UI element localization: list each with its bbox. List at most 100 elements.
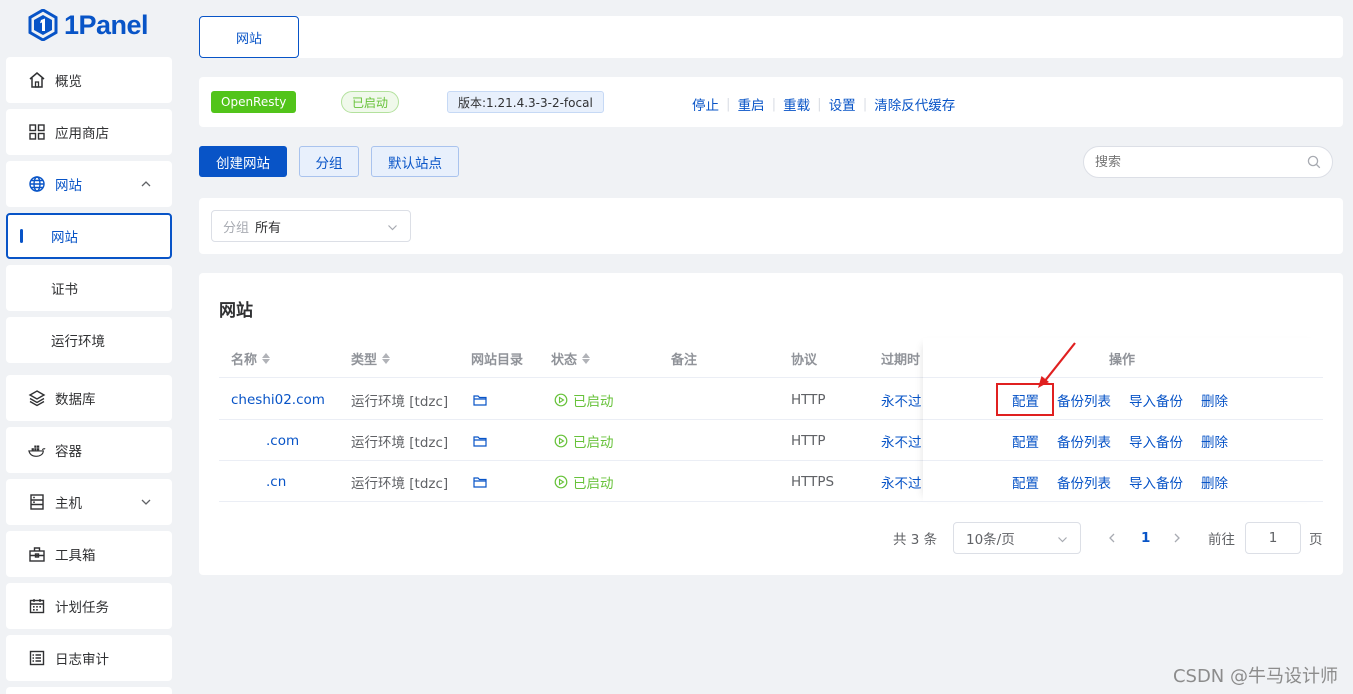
prev-page-button[interactable]: [1107, 522, 1117, 554]
sidebar-item-cron[interactable]: 计划任务: [6, 583, 172, 629]
logo-hexagon-icon: [28, 9, 58, 41]
folder-icon[interactable]: [473, 379, 487, 420]
toolbox-icon: [28, 545, 46, 563]
reload-link[interactable]: 重载: [783, 94, 810, 114]
site-status[interactable]: 已启动: [554, 379, 614, 420]
page-number-current[interactable]: 1: [1141, 522, 1150, 554]
site-expire[interactable]: 永不过: [881, 461, 922, 502]
home-icon: [28, 71, 46, 89]
column-header-type[interactable]: 类型: [351, 338, 391, 378]
import-backup-link[interactable]: 导入备份: [1129, 431, 1183, 451]
sort-icon[interactable]: [262, 352, 271, 364]
active-indicator: [20, 229, 23, 243]
chevron-up-icon: [141, 181, 151, 187]
config-link[interactable]: 配置: [1012, 472, 1039, 492]
delete-link[interactable]: 删除: [1201, 472, 1228, 492]
folder-icon[interactable]: [473, 461, 487, 502]
sidebar-item-more[interactable]: [6, 687, 172, 694]
sidebar-item-label: 证书: [51, 282, 78, 298]
sidebar-item-logs[interactable]: 日志审计: [6, 635, 172, 681]
sidebar-item-label: 主机: [55, 496, 82, 512]
backup-list-link[interactable]: 备份列表: [1057, 390, 1111, 410]
group-button[interactable]: 分组: [299, 146, 359, 177]
site-status[interactable]: 已启动: [554, 420, 614, 461]
default-site-button[interactable]: 默认站点: [371, 146, 459, 177]
sidebar-item-label: 日志审计: [55, 652, 109, 668]
settings-link[interactable]: 设置: [829, 94, 856, 114]
site-status[interactable]: 已启动: [554, 461, 614, 502]
import-backup-link[interactable]: 导入备份: [1129, 472, 1183, 492]
page-size-select[interactable]: 10条/页: [953, 522, 1081, 554]
folder-icon[interactable]: [473, 420, 487, 461]
apps-grid-icon: [28, 123, 46, 141]
import-backup-link[interactable]: 导入备份: [1129, 390, 1183, 410]
backup-list-link[interactable]: 备份列表: [1057, 431, 1111, 451]
filter-prefix: 分组: [223, 220, 250, 236]
sidebar-subitem-runtime[interactable]: 运行环境: [6, 317, 172, 363]
sidebar-item-container[interactable]: 容器: [6, 427, 172, 473]
create-website-button[interactable]: 创建网站: [199, 146, 287, 177]
sidebar-item-database[interactable]: 数据库: [6, 375, 172, 421]
restart-link[interactable]: 重启: [738, 94, 765, 114]
status-label: 已启动: [573, 475, 614, 492]
status-label: 已启动: [573, 393, 614, 410]
play-circle-icon: [554, 393, 568, 406]
sidebar-item-toolbox[interactable]: 工具箱: [6, 531, 172, 577]
site-name-link[interactable]: .cn: [266, 461, 286, 502]
divider: |: [726, 96, 731, 112]
column-header-expire: 过期时: [881, 352, 921, 368]
chevron-down-icon: [388, 225, 397, 231]
status-label: 已启动: [573, 434, 614, 451]
table-row: cheshi02.com 运行环境 [tdzc] 已启动 HTTP 永不过 配置…: [219, 379, 1323, 420]
goto-label: 前往: [1208, 532, 1235, 548]
sort-icon[interactable]: [382, 352, 391, 364]
chevron-down-icon: [141, 499, 151, 505]
site-expire[interactable]: 永不过: [881, 379, 922, 420]
table-row: .com 运行环境 [tdzc] 已启动 HTTP 永不过 配置 备份列表 导入…: [219, 420, 1323, 461]
site-type: 运行环境 [tdzc]: [351, 393, 449, 410]
tab-website[interactable]: 网站: [199, 16, 299, 58]
sidebar-item-appstore[interactable]: 应用商店: [6, 109, 172, 155]
pagination-total: 共 3 条: [893, 532, 938, 548]
section-title: 网站: [219, 301, 253, 321]
column-header-name[interactable]: 名称: [231, 338, 271, 378]
sort-icon[interactable]: [582, 352, 591, 364]
sidebar-item-label: 概览: [55, 74, 82, 90]
clear-proxy-cache-link[interactable]: 清除反代缓存: [874, 94, 955, 114]
sidebar-subitem-certificate[interactable]: 证书: [6, 265, 172, 311]
site-name-link[interactable]: .com: [266, 420, 299, 461]
column-header-protocol: 协议: [791, 352, 818, 368]
sidebar-item-label: 运行环境: [51, 334, 105, 350]
column-header-status[interactable]: 状态: [551, 338, 591, 378]
column-label: 名称: [231, 352, 258, 368]
backup-list-link[interactable]: 备份列表: [1057, 472, 1111, 492]
next-page-button[interactable]: [1172, 522, 1182, 554]
search-icon[interactable]: [1307, 155, 1321, 169]
search-input[interactable]: [1095, 154, 1295, 170]
sidebar-item-label: 计划任务: [55, 600, 109, 616]
logo-text: 1Panel: [64, 9, 149, 40]
delete-link[interactable]: 删除: [1201, 431, 1228, 451]
logo[interactable]: 1Panel: [28, 8, 149, 42]
table-header: 名称 类型 网站目录 状态 备注 协议 过期时 操作: [219, 338, 1323, 378]
chevron-right-icon: [1174, 533, 1180, 543]
goto-page-input[interactable]: 1: [1245, 522, 1301, 554]
stop-link[interactable]: 停止: [692, 94, 719, 114]
column-header-actions: 操作: [1109, 352, 1136, 368]
docker-icon: [28, 441, 46, 459]
site-expire[interactable]: 永不过: [881, 420, 922, 461]
group-filter-select[interactable]: 分组 所有: [211, 210, 411, 242]
site-name-link[interactable]: cheshi02.com: [231, 379, 325, 420]
sidebar-item-host[interactable]: 主机: [6, 479, 172, 525]
site-protocol: HTTP: [791, 391, 826, 408]
header-bar: [199, 16, 1343, 58]
delete-link[interactable]: 删除: [1201, 390, 1228, 410]
sidebar-item-overview[interactable]: 概览: [6, 57, 172, 103]
column-label: 状态: [551, 352, 578, 368]
search-box[interactable]: [1083, 146, 1333, 178]
config-link[interactable]: 配置: [1012, 431, 1039, 451]
sidebar-item-website[interactable]: 网站: [6, 161, 172, 207]
play-circle-icon: [554, 434, 568, 447]
goto-suffix: 页: [1309, 532, 1323, 548]
sidebar-subitem-website[interactable]: 网站: [6, 213, 172, 259]
